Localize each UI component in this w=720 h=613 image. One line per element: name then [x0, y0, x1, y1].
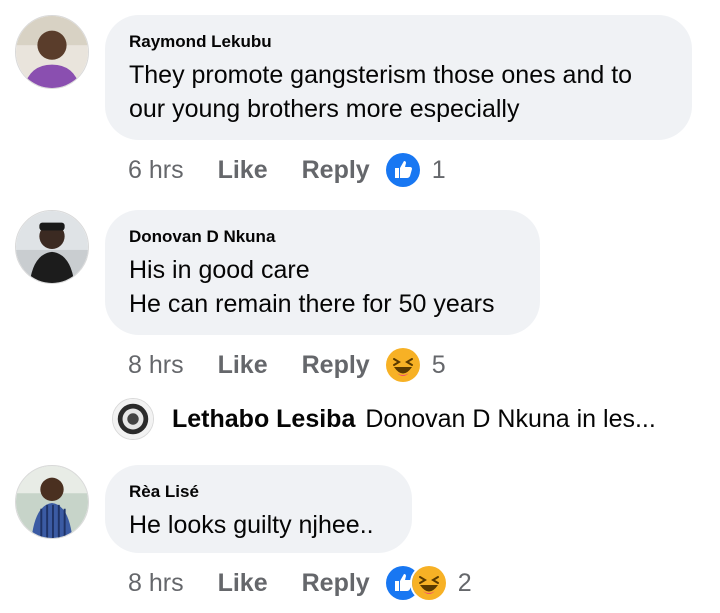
- comment-text: He can remain there for 50 years: [129, 290, 495, 318]
- comment-author[interactable]: Rèa Lisé: [129, 482, 388, 502]
- like-button[interactable]: Like: [218, 351, 268, 380]
- comment-bubble: Rèa Lisé He looks guilty njhee..: [105, 465, 412, 553]
- comment-timestamp[interactable]: 8 hrs: [128, 569, 184, 598]
- comment-text: our young brothers more especially: [129, 95, 520, 123]
- reaction-summary[interactable]: 2: [383, 564, 472, 602]
- comment-text: His in good care: [129, 256, 310, 284]
- comment-timestamp[interactable]: 8 hrs: [128, 351, 184, 380]
- comment-text: He looks guilty njhee..: [129, 511, 374, 539]
- comment-timestamp[interactable]: 6 hrs: [128, 156, 184, 185]
- comment-bubble: Donovan D Nkuna His in good care He can …: [105, 210, 540, 335]
- reaction-count: 1: [431, 155, 446, 184]
- avatar-donovan-d-nkuna[interactable]: [15, 210, 89, 284]
- reaction-summary[interactable]: 5: [383, 346, 446, 384]
- reply-snippet: Donovan D Nkuna in les...: [365, 404, 656, 433]
- like-button[interactable]: Like: [218, 569, 268, 598]
- avatar-raymond-lekubu[interactable]: [15, 15, 89, 89]
- avatar-lethabo-lesiba[interactable]: [112, 398, 154, 440]
- reply-author[interactable]: Lethabo Lesiba: [172, 405, 355, 434]
- comment-bubble: Raymond Lekubu They promote gangsterism …: [105, 15, 692, 140]
- reaction-count: 5: [431, 350, 446, 379]
- like-icon: [383, 151, 422, 189]
- comment-author[interactable]: Donovan D Nkuna: [129, 227, 516, 247]
- like-button[interactable]: Like: [218, 156, 268, 185]
- reaction-count: 2: [457, 568, 472, 597]
- reaction-summary[interactable]: 1: [383, 151, 446, 189]
- haha-icon: [383, 346, 422, 384]
- reply-button[interactable]: Reply: [302, 156, 370, 185]
- reply-preview[interactable]: Lethabo Lesiba Donovan D Nkuna in les...: [112, 398, 656, 440]
- reply-button[interactable]: Reply: [302, 569, 370, 598]
- comment-text: They promote gangsterism those ones and …: [129, 61, 633, 89]
- comment-actions: 6 hrs Like Reply 1: [128, 150, 446, 190]
- comment-actions: 8 hrs Like Reply 2: [128, 563, 472, 603]
- avatar-rea-lise[interactable]: [15, 465, 89, 539]
- reply-button[interactable]: Reply: [302, 351, 370, 380]
- comment-author[interactable]: Raymond Lekubu: [129, 32, 668, 52]
- comment-actions: 8 hrs Like Reply 5: [128, 345, 446, 385]
- haha-icon: [409, 564, 448, 602]
